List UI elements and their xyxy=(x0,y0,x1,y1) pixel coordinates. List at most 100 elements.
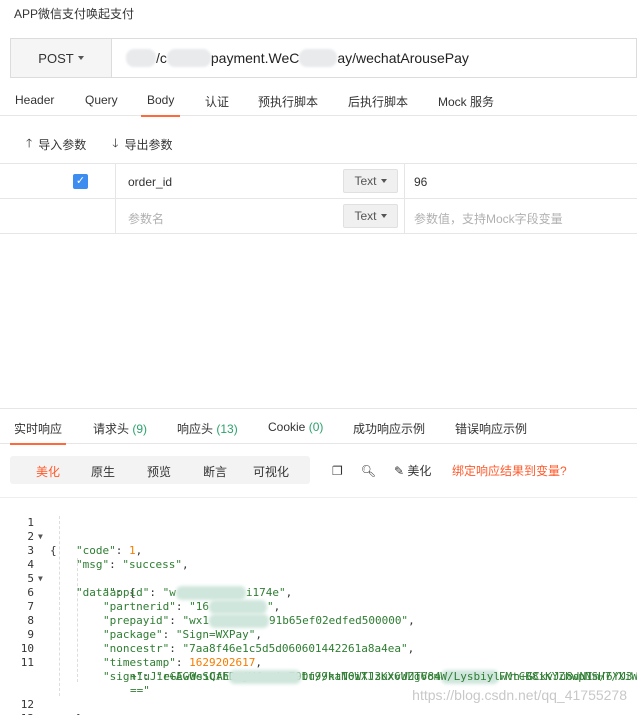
bind-response-link[interactable]: 绑定响应结果到变量? xyxy=(452,462,567,479)
json-string: "7aa8f46e1c5d5d060601442261a8a4ea" xyxy=(182,642,408,655)
search-icon[interactable]: 🔍︎ xyxy=(361,464,376,478)
json-key: "noncestr" xyxy=(103,642,170,655)
fold-arrow-icon[interactable]: ▼ xyxy=(38,572,43,586)
tab-auth[interactable]: 认证 xyxy=(205,93,229,110)
code-punct: , xyxy=(255,628,262,641)
param-key[interactable]: order_id xyxy=(128,175,172,189)
code-line: 4 ▼ "data": { xyxy=(0,544,135,599)
json-key: "code" xyxy=(76,544,116,557)
json-key: "appid" xyxy=(103,586,150,599)
code-text: { xyxy=(50,544,57,557)
url-part-c: ay/wechatArousePay xyxy=(337,50,469,66)
copy-icon[interactable]: ❐ xyxy=(332,464,343,478)
param-type-select[interactable]: Text xyxy=(343,169,398,193)
arrow-up-icon: 🡑 xyxy=(26,136,33,150)
tab-cookie[interactable]: Cookie (0) xyxy=(268,420,323,434)
code-punct: , xyxy=(407,642,415,655)
redacted-blur xyxy=(208,614,269,628)
param-row: ✓ order_id Text 96 xyxy=(0,164,637,199)
response-tabs: 实时响应 请求头 (9) 响应头 (13) Cookie (0) 成功响应示例 … xyxy=(0,408,637,445)
view-preview[interactable]: 预览 xyxy=(147,463,171,480)
watermark: https://blog.csdn.net/qq_41755278 xyxy=(412,687,627,703)
tab-realtime-response[interactable]: 实时响应 xyxy=(9,420,67,445)
tab-success-example[interactable]: 成功响应示例 xyxy=(353,420,425,437)
tab-body[interactable]: Body xyxy=(140,93,181,117)
beautify-label: 美化 xyxy=(407,464,432,478)
tab-request-headers[interactable]: 请求头 (9) xyxy=(93,420,147,437)
json-number: 1629202617 xyxy=(189,656,256,669)
json-string: i174e" xyxy=(245,586,286,599)
redacted-blur xyxy=(208,600,267,614)
tab-header[interactable]: Header xyxy=(15,93,54,107)
code-line: 12 } xyxy=(0,684,83,715)
json-string: "success" xyxy=(122,558,182,571)
json-key: "msg" xyxy=(76,558,110,571)
code-line: 2 "code": 1, xyxy=(0,516,142,557)
redacted-blur xyxy=(166,49,211,67)
tab-query[interactable]: Query xyxy=(85,93,118,107)
method-label: POST xyxy=(38,50,74,66)
wand-icon: ✎ xyxy=(394,464,405,478)
method-select[interactable]: POST xyxy=(11,39,112,77)
body-toolbar: 🡑 导入参数 🡓 导出参数 xyxy=(26,134,173,155)
code-line: 11 "sign": "r+AG0eSQfhDvjVfosia79Du//ktT… xyxy=(0,642,637,684)
import-label: 导入参数 xyxy=(38,138,87,152)
code-punct: , xyxy=(181,558,189,571)
param-value-placeholder[interactable]: 参数值，支持Mock字段变量 xyxy=(414,210,563,227)
url-bar: POST /c payment.WeC ay/wechatArousePay xyxy=(10,38,637,78)
url-part-b: payment.WeC xyxy=(210,50,300,66)
tab-error-example[interactable]: 错误响应示例 xyxy=(455,420,527,437)
import-params-button[interactable]: 🡑 导入参数 xyxy=(26,134,86,155)
json-key: "prepayid" xyxy=(103,614,170,627)
request-tabs: Header Query Body 认证 预执行脚本 后执行脚本 Mock 服务 xyxy=(0,86,637,117)
json-string: "wx1 xyxy=(182,614,209,627)
redacted-blur xyxy=(126,49,156,67)
code-line: 1 ▼ { xyxy=(0,502,56,557)
redacted-blur xyxy=(229,670,302,684)
json-string: 91b65ef02edfed500000" xyxy=(268,614,409,627)
code-punct: , xyxy=(135,544,143,557)
code-line: 13 } xyxy=(0,698,34,715)
param-row-empty: 参数名 Text 参数值，支持Mock字段变量 xyxy=(0,199,637,234)
beautify-button[interactable]: ✎ 美化 xyxy=(394,462,431,479)
json-string: tf99haN6iXlzKX6UZg6omW/Lysbiylwvn+GCkvJu… xyxy=(301,670,633,683)
fold-arrow-icon[interactable]: ▼ xyxy=(38,530,43,544)
param-type-select[interactable]: Text xyxy=(343,204,398,228)
chevron-down-icon xyxy=(77,56,84,60)
response-tools: ❐ 🔍︎ ✎ 美化 xyxy=(332,462,431,479)
code-line: 10 "timestamp": 1629202617, xyxy=(0,628,262,669)
export-label: 导出参数 xyxy=(124,138,173,152)
view-assert[interactable]: 断言 xyxy=(203,463,227,480)
tab-mock[interactable]: Mock 服务 xyxy=(438,93,494,110)
code-punct: , xyxy=(255,656,262,669)
count-badge: (13) xyxy=(216,422,238,436)
param-value[interactable]: 96 xyxy=(414,175,427,189)
arrow-down-icon: 🡓 xyxy=(112,136,119,150)
export-params-button[interactable]: 🡓 导出参数 xyxy=(112,134,172,155)
code-punct: , xyxy=(285,586,293,599)
url-input[interactable]: /c payment.WeC ay/wechatArousePay xyxy=(112,39,636,77)
param-key-placeholder[interactable]: 参数名 xyxy=(128,210,164,227)
json-number: 1 xyxy=(129,544,136,557)
json-string: "Sign=WXPay" xyxy=(175,628,256,641)
tab-label: 请求头 xyxy=(93,422,130,436)
json-string: "w xyxy=(162,586,176,599)
tab-response-headers[interactable]: 响应头 (13) xyxy=(177,420,238,437)
divider xyxy=(404,199,405,233)
code-line: 5 "appid": "w i174e", xyxy=(0,558,292,600)
tab-post-script[interactable]: 后执行脚本 xyxy=(348,93,408,110)
param-checkbox[interactable]: ✓ xyxy=(73,174,88,189)
view-raw[interactable]: 原生 xyxy=(91,463,115,480)
view-pretty[interactable]: 美化 xyxy=(36,463,60,480)
tab-label: Cookie xyxy=(268,420,306,434)
param-type-label: Text xyxy=(354,209,377,223)
redacted-blur xyxy=(175,586,246,600)
tab-label: 响应头 xyxy=(177,422,214,436)
json-key: "timestamp" xyxy=(103,656,176,669)
view-visualize[interactable]: 可视化 xyxy=(253,463,289,480)
tab-pre-script[interactable]: 预执行脚本 xyxy=(258,93,318,110)
code-line: 3 "msg": "success", xyxy=(0,530,188,571)
json-string: " xyxy=(266,600,274,613)
chevron-down-icon xyxy=(380,214,387,218)
response-code-editor: 1 ▼ { 2 "code": 1, 3 "msg": "success", 4… xyxy=(0,497,637,715)
